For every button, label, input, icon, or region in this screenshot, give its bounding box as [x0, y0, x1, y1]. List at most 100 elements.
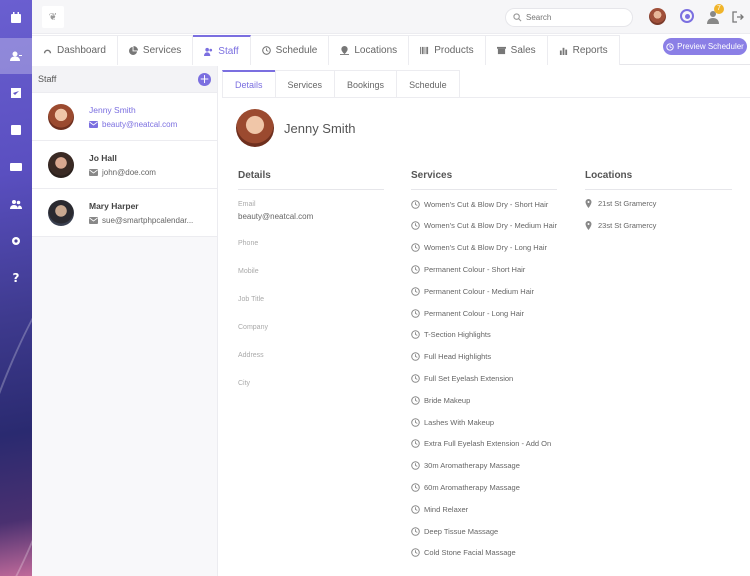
mail-icon [89, 120, 98, 128]
shop-icon [496, 46, 506, 55]
service-item: Women's Cut & Blow Dry - Short Hair [411, 198, 548, 210]
service-label: Women's Cut & Blow Dry - Short Hair [424, 199, 549, 209]
top-bar: ❦ 7 [32, 0, 750, 34]
locations-title: Locations [585, 170, 633, 181]
clock-icon [411, 265, 420, 274]
tab-staff-services[interactable]: Services [274, 70, 336, 98]
clock-icon [411, 330, 420, 340]
clock-icon [411, 199, 420, 209]
service-label: Full Head Highlights [424, 352, 492, 362]
tab-locations[interactable]: Locations [329, 35, 410, 65]
divider [585, 189, 732, 190]
tab-services[interactable]: Services [117, 35, 194, 65]
tab-sales[interactable]: Sales [485, 35, 548, 65]
profile-name: Jenny Smith [284, 121, 356, 136]
phone-label: Phone [238, 240, 259, 247]
tasks-nav[interactable] [0, 75, 32, 111]
divider [238, 189, 384, 190]
app-logo[interactable]: ❦ [42, 6, 64, 28]
target-icon[interactable] [680, 9, 694, 23]
service-item: Permanent Colour - Medium Hair [411, 285, 534, 297]
settings-nav[interactable] [0, 223, 32, 259]
staff-list-item[interactable]: Jo Hall john@doe.com [32, 141, 217, 189]
job-title-label: Job Title [238, 296, 265, 303]
tab-details[interactable]: Details [222, 70, 276, 98]
address-label: Address [238, 352, 264, 359]
service-label: Women's Cut & Blow Dry - Long Hair [424, 243, 547, 253]
tab-label: Dashboard [57, 45, 106, 56]
service-label: Mind Relaxer [424, 504, 469, 514]
groups-nav[interactable] [0, 186, 32, 222]
staff-name: Jenny Smith [89, 104, 136, 115]
service-item: Full Set Eyelash Extension [411, 372, 513, 384]
preview-scheduler-button[interactable]: Preview Scheduler [663, 38, 747, 55]
dashboard-icon [43, 49, 52, 54]
user-icon [10, 51, 22, 61]
service-label: Deep Tissue Massage [424, 526, 499, 536]
clock-icon [411, 352, 420, 361]
service-item: Women's Cut & Blow Dry - Long Hair [411, 242, 547, 254]
contacts-nav[interactable] [0, 112, 32, 148]
tab-staff[interactable]: Staff [193, 35, 251, 65]
tab-products[interactable]: Products [409, 35, 486, 65]
avatar [48, 103, 74, 130]
details-title: Details [238, 170, 271, 181]
clock-icon [411, 483, 420, 492]
calendar-nav[interactable] [0, 0, 32, 36]
clock-icon [261, 46, 271, 55]
pie-icon [128, 46, 138, 55]
clock-icon [411, 243, 420, 252]
staff-nav[interactable] [0, 38, 32, 74]
app-root: ? ❦ 7 Dashboard Services Staff Sched [0, 0, 750, 576]
bar-chart-icon [559, 47, 567, 55]
service-label: Full Set Eyelash Extension [424, 373, 514, 383]
users-icon [204, 47, 213, 56]
search-input[interactable] [526, 13, 626, 22]
service-item: Women's Cut & Blow Dry - Medium Hair [411, 220, 557, 232]
tab-label: Products [434, 45, 474, 56]
service-label: Permanent Colour - Long Hair [424, 308, 525, 318]
service-item: Cold Stone Facial Massage [411, 547, 516, 559]
service-label: Permanent Colour - Short Hair [424, 264, 526, 274]
user-avatar[interactable] [649, 8, 666, 25]
tab-schedule[interactable]: Schedule [250, 35, 330, 65]
location-item: 21st St Gramercy [585, 199, 656, 208]
divider [411, 189, 557, 190]
mail-icon [89, 168, 98, 176]
service-item: Bride Makeup [411, 394, 470, 406]
service-label: Lashes With Makeup [424, 417, 495, 427]
mobile-label: Mobile [238, 268, 259, 275]
service-label: 30m Aromatherapy Massage [424, 461, 520, 471]
clock-icon [411, 504, 420, 514]
staff-panel: Staff + Jenny Smith beauty@neatcal.com J… [32, 66, 218, 576]
clock-icon [411, 439, 420, 449]
service-label: Permanent Colour - Medium Hair [424, 286, 535, 296]
staff-email-text: sue@smartphpcalendar... [102, 215, 194, 225]
staff-list-item[interactable]: Jenny Smith beauty@neatcal.com [32, 93, 217, 141]
tab-reports[interactable]: Reports [547, 35, 620, 65]
logout-icon[interactable] [732, 11, 744, 23]
service-item: Permanent Colour - Long Hair [411, 307, 524, 319]
tab-dashboard[interactable]: Dashboard [32, 35, 118, 65]
service-label: T-Section Highlights [424, 330, 491, 340]
service-label: 60m Aromatherapy Massage [424, 482, 520, 492]
mail-icon [10, 163, 22, 171]
company-label: Company [238, 324, 268, 331]
mail-nav[interactable] [0, 149, 32, 185]
tab-label: Services [142, 45, 182, 56]
search-box[interactable] [505, 8, 633, 27]
avatar [48, 151, 74, 178]
staff-name: Mary Harper [89, 200, 139, 211]
clock-icon [411, 548, 420, 558]
clock-icon [411, 308, 420, 318]
help-nav[interactable]: ? [0, 260, 32, 296]
divider [222, 97, 750, 98]
service-label: Cold Stone Facial Massage [424, 548, 516, 558]
tab-bookings[interactable]: Bookings [334, 70, 398, 98]
avatar [48, 199, 74, 226]
tab-staff-schedule[interactable]: Schedule [396, 70, 460, 98]
service-item: Deep Tissue Massage [411, 525, 498, 537]
staff-list-item[interactable]: Mary Harper sue@smartphpcalendar... [32, 189, 217, 237]
add-staff-button[interactable]: + [198, 72, 211, 86]
staff-email: john@doe.com [89, 168, 156, 177]
